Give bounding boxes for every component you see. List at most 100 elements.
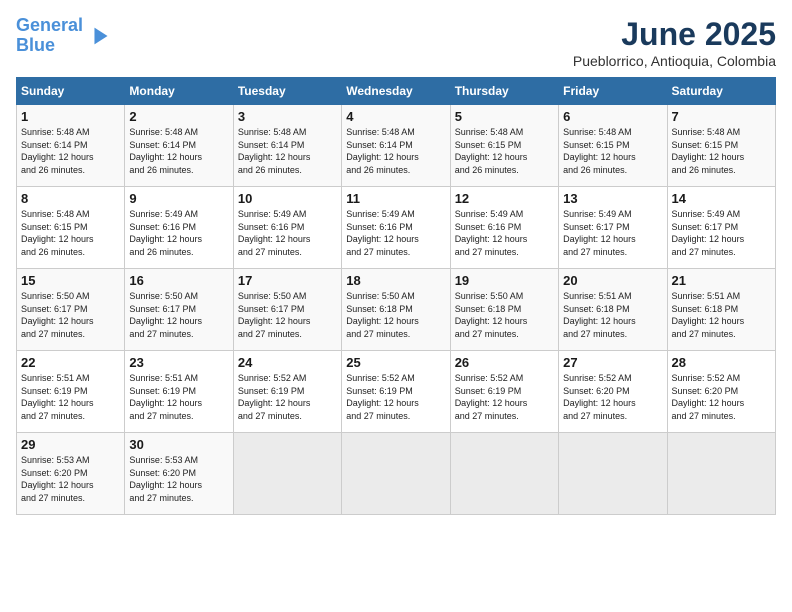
day-number: 26 bbox=[455, 355, 554, 370]
day-number: 5 bbox=[455, 109, 554, 124]
day-number: 11 bbox=[346, 191, 445, 206]
calendar-subtitle: Pueblorrico, Antioquia, Colombia bbox=[573, 53, 776, 69]
day-cell: 28Sunrise: 5:52 AM Sunset: 6:20 PM Dayli… bbox=[667, 351, 775, 433]
logo-line1: General bbox=[16, 15, 83, 35]
day-cell: 26 Sunrise: 5:52 AM Sunset: 6:19 PM Dayli… bbox=[450, 351, 558, 433]
day-cell: 5 Sunrise: 5:48 AM Sunset: 6:15 PM Daylig… bbox=[450, 105, 558, 187]
day-cell bbox=[450, 433, 558, 515]
day-number: 3 bbox=[238, 109, 337, 124]
day-cell: 16 Sunrise: 5:50 AM Sunset: 6:17 PM Dayli… bbox=[125, 269, 233, 351]
day-info: Sunrise: 5:48 AM Sunset: 6:14 PM Dayligh… bbox=[238, 126, 337, 176]
day-number: 1 bbox=[21, 109, 120, 124]
week-row-5: 29 Sunrise: 5:53 AM Sunset: 6:20 PM Dayli… bbox=[17, 433, 776, 515]
day-info: Sunrise: 5:51 AM Sunset: 6:18 PM Dayligh… bbox=[672, 290, 771, 340]
day-info: Sunrise: 5:49 AM Sunset: 6:16 PM Dayligh… bbox=[346, 208, 445, 258]
day-number: 23 bbox=[129, 355, 228, 370]
day-cell: 24 Sunrise: 5:52 AM Sunset: 6:19 PM Dayli… bbox=[233, 351, 341, 433]
week-row-1: 1 Sunrise: 5:48 AM Sunset: 6:14 PM Daylig… bbox=[17, 105, 776, 187]
day-cell: 12 Sunrise: 5:49 AM Sunset: 6:16 PM Dayli… bbox=[450, 187, 558, 269]
day-number: 24 bbox=[238, 355, 337, 370]
day-number: 14 bbox=[672, 191, 771, 206]
day-number: 6 bbox=[563, 109, 662, 124]
logo-icon bbox=[87, 22, 115, 50]
day-info: Sunrise: 5:50 AM Sunset: 6:17 PM Dayligh… bbox=[238, 290, 337, 340]
logo-text: General Blue bbox=[16, 16, 83, 56]
day-info: Sunrise: 5:51 AM Sunset: 6:18 PM Dayligh… bbox=[563, 290, 662, 340]
day-info: Sunrise: 5:48 AM Sunset: 6:15 PM Dayligh… bbox=[672, 126, 771, 176]
week-row-2: 8Sunrise: 5:48 AM Sunset: 6:15 PM Daylig… bbox=[17, 187, 776, 269]
day-cell: 4 Sunrise: 5:48 AM Sunset: 6:14 PM Daylig… bbox=[342, 105, 450, 187]
header-saturday: Saturday bbox=[667, 78, 775, 105]
title-area: June 2025 Pueblorrico, Antioquia, Colomb… bbox=[573, 16, 776, 69]
day-info: Sunrise: 5:52 AM Sunset: 6:19 PM Dayligh… bbox=[455, 372, 554, 422]
day-info: Sunrise: 5:49 AM Sunset: 6:17 PM Dayligh… bbox=[672, 208, 771, 258]
day-info: Sunrise: 5:48 AM Sunset: 6:15 PM Dayligh… bbox=[21, 208, 120, 258]
day-cell: 6Sunrise: 5:48 AM Sunset: 6:15 PM Daylig… bbox=[559, 105, 667, 187]
day-number: 25 bbox=[346, 355, 445, 370]
day-cell: 7 Sunrise: 5:48 AM Sunset: 6:15 PM Daylig… bbox=[667, 105, 775, 187]
day-number: 10 bbox=[238, 191, 337, 206]
header-wednesday: Wednesday bbox=[342, 78, 450, 105]
day-number: 12 bbox=[455, 191, 554, 206]
day-cell: 23 Sunrise: 5:51 AM Sunset: 6:19 PM Dayli… bbox=[125, 351, 233, 433]
day-info: Sunrise: 5:49 AM Sunset: 6:16 PM Dayligh… bbox=[129, 208, 228, 258]
day-cell: 14 Sunrise: 5:49 AM Sunset: 6:17 PM Dayli… bbox=[667, 187, 775, 269]
day-cell bbox=[342, 433, 450, 515]
day-number: 30 bbox=[129, 437, 228, 452]
header-monday: Monday bbox=[125, 78, 233, 105]
day-cell bbox=[559, 433, 667, 515]
day-cell: 15 Sunrise: 5:50 AM Sunset: 6:17 PM Dayli… bbox=[17, 269, 125, 351]
day-info: Sunrise: 5:52 AM Sunset: 6:20 PM Dayligh… bbox=[672, 372, 771, 422]
day-number: 22 bbox=[21, 355, 120, 370]
day-number: 16 bbox=[129, 273, 228, 288]
day-info: Sunrise: 5:52 AM Sunset: 6:19 PM Dayligh… bbox=[346, 372, 445, 422]
day-info: Sunrise: 5:50 AM Sunset: 6:17 PM Dayligh… bbox=[21, 290, 120, 340]
day-number: 18 bbox=[346, 273, 445, 288]
day-info: Sunrise: 5:50 AM Sunset: 6:18 PM Dayligh… bbox=[346, 290, 445, 340]
day-cell: 9Sunrise: 5:49 AM Sunset: 6:16 PM Daylig… bbox=[125, 187, 233, 269]
day-number: 19 bbox=[455, 273, 554, 288]
day-number: 27 bbox=[563, 355, 662, 370]
day-info: Sunrise: 5:49 AM Sunset: 6:17 PM Dayligh… bbox=[563, 208, 662, 258]
header-sunday: Sunday bbox=[17, 78, 125, 105]
day-info: Sunrise: 5:49 AM Sunset: 6:16 PM Dayligh… bbox=[238, 208, 337, 258]
header-tuesday: Tuesday bbox=[233, 78, 341, 105]
day-number: 29 bbox=[21, 437, 120, 452]
day-cell: 8Sunrise: 5:48 AM Sunset: 6:15 PM Daylig… bbox=[17, 187, 125, 269]
day-cell: 1 Sunrise: 5:48 AM Sunset: 6:14 PM Daylig… bbox=[17, 105, 125, 187]
day-number: 15 bbox=[21, 273, 120, 288]
day-info: Sunrise: 5:53 AM Sunset: 6:20 PM Dayligh… bbox=[129, 454, 228, 504]
day-info: Sunrise: 5:49 AM Sunset: 6:16 PM Dayligh… bbox=[455, 208, 554, 258]
day-info: Sunrise: 5:48 AM Sunset: 6:14 PM Dayligh… bbox=[21, 126, 120, 176]
day-number: 4 bbox=[346, 109, 445, 124]
day-info: Sunrise: 5:52 AM Sunset: 6:19 PM Dayligh… bbox=[238, 372, 337, 422]
day-number: 21 bbox=[672, 273, 771, 288]
day-cell: 25 Sunrise: 5:52 AM Sunset: 6:19 PM Dayli… bbox=[342, 351, 450, 433]
day-cell: 13 Sunrise: 5:49 AM Sunset: 6:17 PM Dayli… bbox=[559, 187, 667, 269]
day-cell: 2Sunrise: 5:48 AM Sunset: 6:14 PM Daylig… bbox=[125, 105, 233, 187]
day-info: Sunrise: 5:51 AM Sunset: 6:19 PM Dayligh… bbox=[21, 372, 120, 422]
week-row-3: 15 Sunrise: 5:50 AM Sunset: 6:17 PM Dayli… bbox=[17, 269, 776, 351]
header: General Blue June 2025 Pueblorrico, Anti… bbox=[16, 16, 776, 69]
day-cell: 11 Sunrise: 5:49 AM Sunset: 6:16 PM Dayli… bbox=[342, 187, 450, 269]
day-info: Sunrise: 5:53 AM Sunset: 6:20 PM Dayligh… bbox=[21, 454, 120, 504]
day-info: Sunrise: 5:48 AM Sunset: 6:15 PM Dayligh… bbox=[455, 126, 554, 176]
day-cell: 22 Sunrise: 5:51 AM Sunset: 6:19 PM Dayli… bbox=[17, 351, 125, 433]
day-info: Sunrise: 5:48 AM Sunset: 6:14 PM Dayligh… bbox=[129, 126, 228, 176]
day-info: Sunrise: 5:50 AM Sunset: 6:17 PM Dayligh… bbox=[129, 290, 228, 340]
calendar-table: SundayMondayTuesdayWednesdayThursdayFrid… bbox=[16, 77, 776, 515]
week-row-4: 22 Sunrise: 5:51 AM Sunset: 6:19 PM Dayli… bbox=[17, 351, 776, 433]
day-number: 7 bbox=[672, 109, 771, 124]
day-cell bbox=[667, 433, 775, 515]
day-info: Sunrise: 5:48 AM Sunset: 6:14 PM Dayligh… bbox=[346, 126, 445, 176]
header-thursday: Thursday bbox=[450, 78, 558, 105]
day-number: 13 bbox=[563, 191, 662, 206]
day-cell: 20Sunrise: 5:51 AM Sunset: 6:18 PM Dayli… bbox=[559, 269, 667, 351]
day-number: 17 bbox=[238, 273, 337, 288]
day-cell: 30 Sunrise: 5:53 AM Sunset: 6:20 PM Dayli… bbox=[125, 433, 233, 515]
day-cell: 18 Sunrise: 5:50 AM Sunset: 6:18 PM Dayli… bbox=[342, 269, 450, 351]
day-cell bbox=[233, 433, 341, 515]
day-info: Sunrise: 5:52 AM Sunset: 6:20 PM Dayligh… bbox=[563, 372, 662, 422]
day-cell: 27 Sunrise: 5:52 AM Sunset: 6:20 PM Dayli… bbox=[559, 351, 667, 433]
day-info: Sunrise: 5:51 AM Sunset: 6:19 PM Dayligh… bbox=[129, 372, 228, 422]
